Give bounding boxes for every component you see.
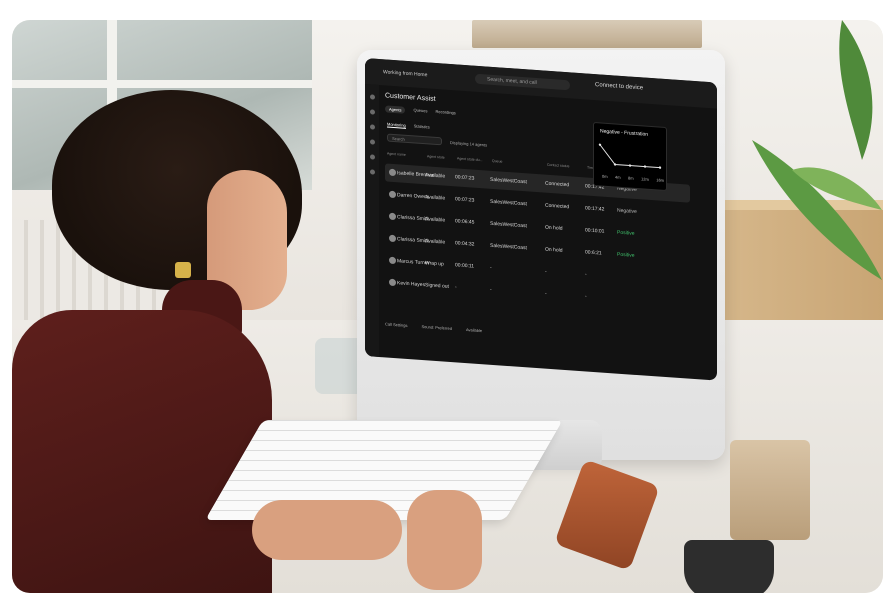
monitor-screen: Working from Home Search, meet, and call… [365, 58, 717, 381]
cell-state: Available [425, 238, 446, 246]
cell-sentiment: Positive [617, 229, 635, 237]
cell-state: Available [425, 194, 446, 202]
cell-duration: 00:00:11 [455, 262, 475, 270]
cell-queue: - [490, 264, 492, 271]
book-stack [472, 20, 702, 48]
hand [407, 490, 482, 590]
tab-queues[interactable]: Queues [413, 107, 427, 115]
avatar [389, 256, 396, 265]
sweater [12, 310, 272, 593]
avatar [389, 278, 396, 287]
window-frame [12, 80, 312, 88]
monitor: Working from Home Search, meet, and call… [357, 50, 725, 460]
cell-sentiment: Negative [617, 207, 637, 216]
sentiment-line [598, 143, 662, 169]
cell-state: Available [425, 172, 446, 180]
sentiment-chart [598, 143, 662, 169]
agents-count: Displaying 14 agents [450, 139, 488, 148]
x-tick-label: 8m [628, 175, 634, 181]
pen-cup [730, 440, 810, 540]
tooltip-title: Negative - Frustration [600, 128, 649, 138]
sentiment-tooltip: Negative - Frustration 0m 4m 8m 12m 16m [593, 121, 667, 192]
avatar [389, 234, 396, 243]
cell-name: Kevin Hayes [397, 280, 426, 289]
cell-time: 00:10:01 [585, 227, 605, 235]
cell-time: 00:6:21 [585, 249, 602, 257]
tab-agents[interactable]: Agents [385, 105, 406, 114]
hand [252, 500, 402, 560]
data-point [658, 166, 662, 169]
cell-queue: SalesWestCoast [490, 242, 527, 252]
cell-status: - [545, 290, 547, 297]
availability-status[interactable]: Available [466, 327, 482, 333]
subtab-statistics[interactable]: Statistics [414, 123, 430, 130]
avatar [389, 212, 396, 221]
x-tick-label: 4m [615, 174, 621, 180]
avatar [389, 168, 396, 177]
cell-status: On hold [545, 224, 563, 232]
cell-duration: 00:07:23 [455, 196, 475, 204]
cell-duration: 00:04:32 [455, 240, 475, 248]
cell-queue: SalesWestCoast [490, 198, 527, 208]
column-header[interactable]: Agent state [427, 154, 445, 159]
cell-time: 00:17:42 [585, 205, 605, 213]
column-header[interactable]: Queue [492, 159, 503, 164]
cell-status: On hold [545, 246, 563, 254]
nav-icon[interactable] [369, 139, 375, 145]
series-line [599, 144, 660, 169]
data-point [613, 163, 617, 166]
tab-bar: Agents Queues Recordings [385, 105, 456, 117]
office-photo: Working from Home Search, meet, and call… [12, 20, 883, 593]
sidebar [365, 84, 379, 357]
cell-status: Connected [545, 180, 570, 189]
page-title: Customer Assist [385, 92, 436, 103]
coffee-mug [684, 540, 774, 593]
nav-icon[interactable] [369, 94, 375, 100]
earring [175, 262, 191, 278]
nav-icon[interactable] [369, 169, 375, 175]
nav-icon[interactable] [369, 154, 375, 160]
cell-duration: - [455, 284, 457, 291]
column-header[interactable]: Agent name [387, 152, 406, 157]
nav-icon[interactable] [369, 109, 375, 115]
cell-duration: 00:06:45 [455, 218, 475, 226]
cell-state: Wrap up [425, 260, 444, 268]
sound-settings[interactable]: Sound: Preferred [421, 324, 451, 331]
cell-queue: SalesWestCoast [490, 176, 527, 186]
cell-state: Available [425, 216, 446, 224]
subtab-bar: Monitoring Statistics [387, 121, 430, 131]
agent-search-input[interactable]: Search [387, 133, 442, 146]
cell-queue: - [490, 286, 492, 293]
cell-duration: 00:07:23 [455, 174, 475, 182]
plant-leaves [752, 20, 882, 280]
call-settings-button[interactable]: Call Settings [385, 321, 407, 328]
cell-status: - [545, 268, 547, 275]
footer-bar: Call Settings Sound: Preferred Available [385, 321, 482, 333]
cell-time: - [585, 293, 587, 300]
cell-state: Signed out [425, 282, 449, 290]
cell-queue: SalesWestCoast [490, 220, 527, 230]
tab-recordings[interactable]: Recordings [435, 109, 455, 117]
subtab-monitoring[interactable]: Monitoring [387, 121, 406, 129]
data-point [628, 164, 632, 167]
data-point [598, 143, 602, 146]
cell-status: Connected [545, 202, 570, 211]
workspace-status[interactable]: Working from Home [383, 69, 427, 78]
cell-sentiment: Positive [617, 251, 635, 259]
nav-icon[interactable] [369, 124, 375, 130]
column-header[interactable]: Contact status [547, 163, 569, 169]
x-tick-label: 16m [656, 177, 664, 183]
x-tick-label: 0m [602, 173, 608, 179]
x-tick-label: 12m [641, 176, 649, 182]
data-point [643, 165, 647, 168]
column-header[interactable]: Agent state du... [457, 156, 483, 162]
avatar [389, 190, 396, 199]
cell-time: - [585, 271, 587, 278]
